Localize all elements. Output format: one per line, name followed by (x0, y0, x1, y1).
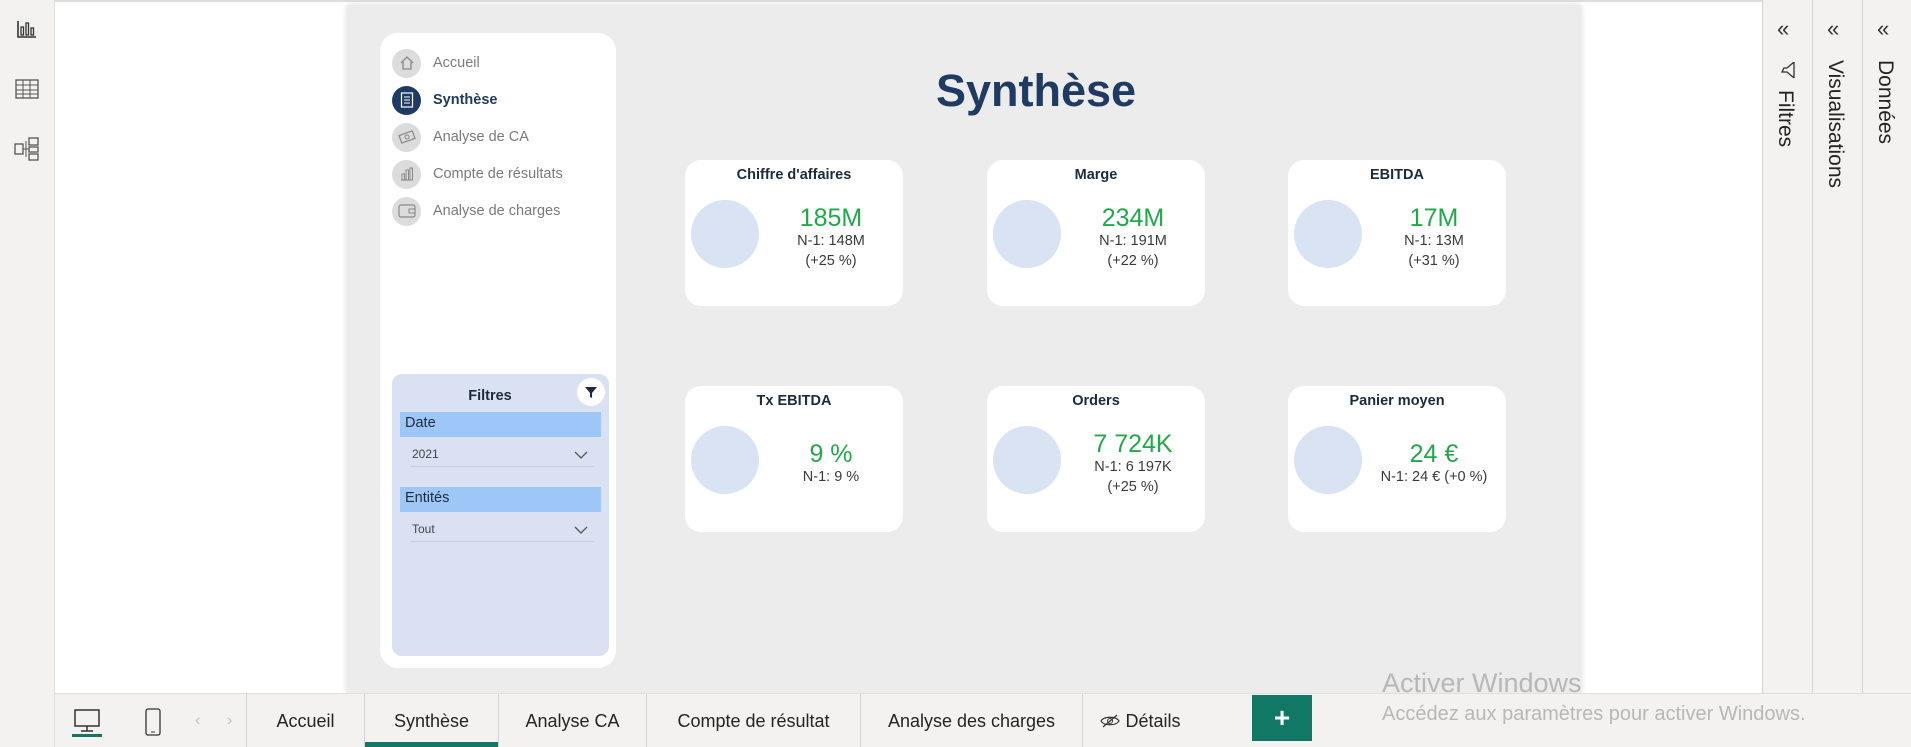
collapse-icon[interactable]: « (1827, 16, 1839, 42)
tab-label: Analyse CA (525, 710, 620, 731)
wallet-icon (392, 196, 421, 226)
entity-slicer-dropdown[interactable]: Tout (410, 516, 594, 542)
card-previous: N-1: 13M (1404, 233, 1464, 249)
card-previous: N-1: 148M (797, 233, 865, 249)
entity-slicer-value: Tout (412, 522, 435, 536)
date-slicer-header: Date (400, 412, 601, 437)
card-title: Marge (1074, 167, 1118, 183)
card-title: Chiffre d'affaires (736, 167, 852, 183)
card-value: 24 € (1409, 440, 1459, 468)
filter-title: Filtres (468, 388, 512, 404)
page-title: Synthèse (935, 65, 1137, 116)
nav-item-label: Synthèse (433, 92, 498, 108)
card-circle (1294, 200, 1362, 268)
date-slicer-value: 2021 (412, 447, 439, 461)
mobile-view-icon[interactable] (133, 702, 173, 742)
tab-label: Synthèse (393, 710, 470, 731)
model-view-icon[interactable] (14, 136, 40, 162)
tab-analyse-des-charges[interactable]: Analyse des charges (861, 694, 1083, 747)
nav-item-label: Compte de résultats (433, 166, 563, 182)
kpi-card-panier-moyen[interactable]: Panier moyen 24 € N-1: 24 € (+0 %) (1288, 386, 1506, 532)
money-icon (392, 122, 421, 152)
kpi-card-ebitda[interactable]: EBITDA 17M N-1: 13M (+31 %) (1288, 160, 1506, 306)
table-view-icon[interactable] (14, 76, 40, 102)
card-circle (993, 426, 1061, 494)
report-view-icon[interactable] (14, 16, 40, 42)
hidden-eye-icon (1100, 714, 1121, 728)
nav-item-compte-resultats[interactable]: Compte de résultats (392, 159, 563, 189)
kpi-card-chiffre-affaires[interactable]: Chiffre d'affaires 185M N-1: 148M (+25 %… (685, 160, 903, 306)
navigation-panel: Accueil Synthèse Analyse de CA Compte de… (380, 33, 616, 668)
nav-item-accueil[interactable]: Accueil (392, 48, 480, 78)
nav-item-label: Accueil (433, 55, 480, 71)
nav-item-synthese[interactable]: Synthèse (392, 85, 497, 115)
bar-chart-icon (392, 159, 421, 189)
card-change: (+22 %) (1107, 253, 1159, 269)
card-change: (+25 %) (1107, 479, 1159, 495)
tab-synthese[interactable]: Synthèse (365, 694, 499, 747)
card-previous: N-1: 24 € (+0 %) (1380, 469, 1488, 485)
canvas-area: Accueil Synthèse Analyse de CA Compte de… (55, 0, 1762, 695)
card-value: 234M (1101, 204, 1165, 232)
card-value: 17M (1409, 204, 1459, 232)
card-value: 7 724K (1093, 430, 1173, 458)
filter-icon[interactable] (577, 378, 605, 406)
card-value: 185M (799, 204, 863, 232)
card-title: Panier moyen (1349, 393, 1445, 409)
nav-item-analyse-charges[interactable]: Analyse de charges (392, 196, 560, 226)
collapse-icon[interactable]: « (1877, 16, 1889, 42)
card-title: EBITDA (1370, 167, 1424, 183)
tab-label: Compte de résultat (677, 710, 830, 731)
kpi-card-marge[interactable]: Marge 234M N-1: 191M (+22 %) (987, 160, 1205, 306)
data-pane[interactable]: « Données (1862, 0, 1911, 693)
card-circle (993, 200, 1061, 268)
watermark-title: Activer Windows (1382, 668, 1582, 698)
visualizations-pane[interactable]: « Visualisations (1812, 0, 1862, 693)
tab-analyse-ca[interactable]: Analyse CA (499, 694, 647, 747)
card-previous: N-1: 9 % (802, 469, 860, 485)
card-change: (+31 %) (1408, 253, 1460, 269)
filter-panel: Filtres Date 2021 Entités Tout (392, 374, 609, 656)
previous-page-icon[interactable]: ‹ (195, 712, 200, 730)
tab-accueil[interactable]: Accueil (246, 694, 365, 747)
windows-activation-watermark: Activer Windows Accédez aux paramètres p… (1382, 668, 1806, 726)
nav-item-label: Analyse de CA (433, 129, 529, 145)
left-rail (0, 0, 55, 747)
kpi-card-orders[interactable]: Orders 7 724K N-1: 6 197K (+25 %) (987, 386, 1205, 532)
visualizations-pane-label: Visualisations (1824, 60, 1847, 189)
entity-slicer-header: Entités (400, 487, 601, 512)
collapse-icon[interactable]: « (1777, 16, 1789, 42)
card-previous: N-1: 191M (1099, 233, 1167, 249)
report-page: Accueil Synthèse Analyse de CA Compte de… (347, 5, 1581, 695)
tab-label: Analyse des charges (887, 710, 1056, 731)
nav-item-label: Analyse de charges (433, 203, 561, 219)
filters-pane[interactable]: « Filtres (1762, 0, 1812, 693)
nav-item-analyse-ca[interactable]: Analyse de CA (392, 122, 529, 152)
tab-compte-de-resultat[interactable]: Compte de résultat (647, 694, 861, 747)
desktop-view-icon[interactable] (67, 702, 107, 742)
card-previous: N-1: 6 197K (1094, 459, 1172, 475)
next-page-icon[interactable]: › (227, 712, 232, 730)
card-circle (691, 426, 759, 494)
card-circle (1294, 426, 1362, 494)
data-pane-label: Données (1874, 60, 1897, 145)
card-value: 9 % (809, 440, 853, 468)
add-page-button[interactable]: + (1252, 695, 1312, 741)
document-icon (392, 85, 421, 115)
card-title: Tx EBITDA (756, 393, 832, 409)
date-slicer-dropdown[interactable]: 2021 (410, 441, 594, 467)
chevron-down-icon (574, 523, 588, 537)
tab-details[interactable]: Détails (1083, 694, 1198, 747)
filter-funnel-icon (1779, 60, 1797, 83)
chevron-down-icon (574, 448, 588, 462)
filters-pane-label: Filtres (1774, 90, 1797, 148)
card-change: (+25 %) (805, 253, 857, 269)
card-circle (691, 200, 759, 268)
tab-label: Accueil (276, 710, 335, 731)
watermark-subtitle: Accédez aux paramètres pour activer Wind… (1382, 703, 1806, 725)
home-icon (392, 48, 421, 78)
tab-label: Détails (1125, 710, 1181, 731)
card-title: Orders (1072, 393, 1120, 409)
kpi-card-tx-ebitda[interactable]: Tx EBITDA 9 % N-1: 9 % (685, 386, 903, 532)
